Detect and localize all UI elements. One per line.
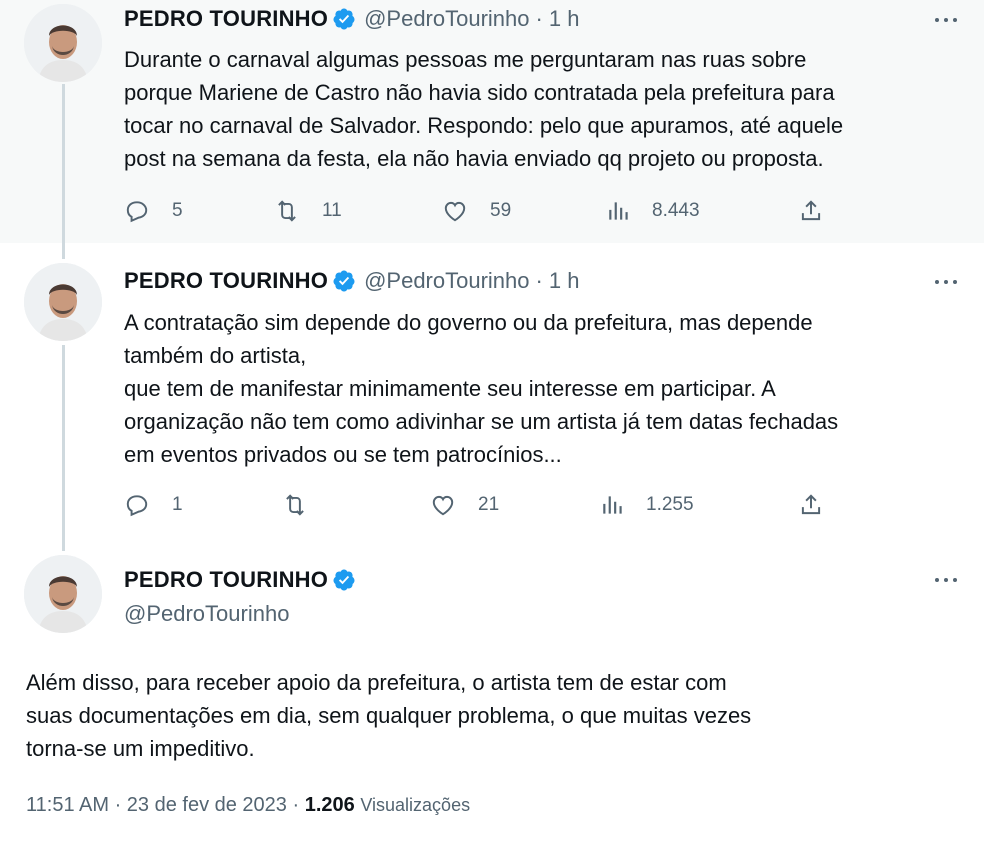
- reply-count: 5: [172, 200, 183, 221]
- more-icon[interactable]: [932, 272, 960, 292]
- avatar[interactable]: [24, 263, 102, 341]
- author-name[interactable]: PEDRO TOURINHO: [124, 6, 328, 32]
- verified-badge-icon: [333, 569, 355, 591]
- author-name[interactable]: PEDRO TOURINHO: [124, 268, 328, 294]
- avatar-portrait-icon: [24, 263, 102, 341]
- avatar[interactable]: [24, 555, 102, 633]
- more-icon[interactable]: [932, 570, 960, 590]
- reply-icon: [126, 201, 148, 223]
- retweet-button[interactable]: [282, 490, 308, 520]
- verified-badge-icon: [333, 270, 355, 292]
- more-icon[interactable]: [932, 10, 960, 30]
- tweet-actions: 1 21 1.255: [124, 490, 834, 520]
- views-count: 1.255: [646, 494, 694, 515]
- share-icon: [801, 200, 821, 221]
- like-count: 21: [478, 494, 500, 515]
- avatar[interactable]: [24, 4, 102, 82]
- retweet-button[interactable]: 11: [274, 196, 342, 226]
- tweet-header: PEDRO TOURINHO: [124, 567, 356, 593]
- like-count: 59: [490, 200, 512, 221]
- views-count: 1.206: [304, 794, 355, 816]
- heart-icon: [432, 495, 454, 516]
- views-button[interactable]: 1.255: [600, 490, 694, 520]
- tweet-time[interactable]: 1 h: [549, 268, 580, 294]
- like-button[interactable]: 21: [430, 490, 499, 520]
- like-button[interactable]: 59: [442, 196, 511, 226]
- thread-line: [62, 84, 65, 259]
- views-button[interactable]: 8.443: [606, 196, 700, 226]
- views-count: 8.443: [652, 200, 700, 221]
- tweet-header: PEDRO TOURINHO @PedroTourinho · 1 h: [124, 6, 579, 32]
- avatar-portrait-icon: [24, 4, 102, 82]
- author-handle[interactable]: @PedroTourinho: [364, 268, 529, 294]
- thread-line: [62, 345, 65, 551]
- separator: ·: [535, 6, 543, 31]
- retweet-icon: [286, 494, 304, 516]
- verified-badge-icon: [333, 8, 355, 30]
- timestamp[interactable]: 11:51 AM · 23 de fev de 2023 ·: [26, 794, 299, 816]
- share-button[interactable]: [798, 196, 824, 226]
- tweet-meta: 11:51 AM · 23 de fev de 2023 · 1.206 Vis…: [26, 794, 470, 817]
- tweet-time[interactable]: 1 h: [549, 6, 580, 32]
- author-name[interactable]: PEDRO TOURINHO: [124, 567, 328, 593]
- tweet-text: Além disso, para receber apoio da prefei…: [26, 670, 752, 761]
- heart-icon: [444, 201, 466, 222]
- tweet-text: Durante o carnaval algumas pessoas me pe…: [124, 47, 844, 171]
- views-label: Visualizações: [360, 795, 471, 815]
- share-icon: [801, 494, 821, 515]
- reply-button[interactable]: 5: [124, 196, 183, 226]
- analytics-icon: [603, 496, 622, 514]
- reply-icon: [126, 495, 148, 517]
- retweet-icon: [278, 200, 296, 222]
- share-button[interactable]: [798, 490, 824, 520]
- retweet-count: 11: [322, 200, 342, 221]
- tweet-actions: 5 11 59 8.443: [124, 196, 834, 226]
- reply-button[interactable]: 1: [124, 490, 183, 520]
- author-handle[interactable]: @PedroTourinho: [364, 6, 529, 32]
- avatar-portrait-icon: [24, 555, 102, 633]
- tweet-header: PEDRO TOURINHO @PedroTourinho · 1 h: [124, 268, 579, 294]
- reply-count: 1: [172, 494, 183, 515]
- author-handle[interactable]: @PedroTourinho: [124, 601, 289, 627]
- tweet-text: A contratação sim depende do governo ou …: [124, 310, 839, 467]
- analytics-icon: [609, 202, 628, 220]
- separator: ·: [535, 268, 543, 293]
